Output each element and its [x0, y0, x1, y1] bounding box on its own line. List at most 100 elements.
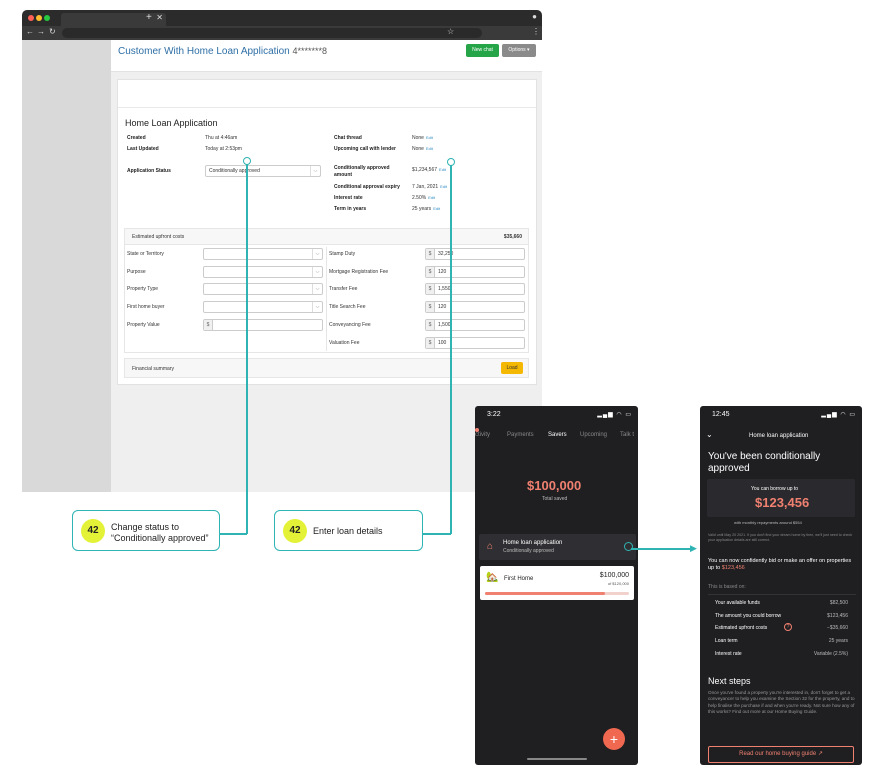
chevron-right-icon [624, 542, 633, 551]
transfer-fee-input[interactable]: $1,550 [425, 283, 525, 295]
chat-thread-text: None [412, 135, 424, 141]
browser-titlebar: ✕ + ● [22, 10, 542, 26]
tab-talk[interactable]: Talk t [620, 432, 634, 438]
callout-text: Change status to “Conditionally approved… [111, 522, 209, 544]
approved-amount-edit-link[interactable]: Edit [439, 167, 446, 172]
saver-goal: of $120,000 [607, 581, 629, 586]
reload-icon[interactable]: ↻ [49, 27, 56, 36]
upfront-costs-panel: Estimated upfront costs $35,660 State or… [124, 228, 529, 353]
minimize-window-dot[interactable] [36, 15, 42, 21]
expiry-edit-link[interactable]: Edit [440, 184, 447, 189]
interest-rate-edit-link[interactable]: Edit [428, 195, 435, 200]
funds-value: $82,500 [829, 600, 848, 606]
maximize-window-dot[interactable] [44, 15, 50, 21]
purpose-label: Purpose [127, 269, 146, 275]
state-label: State or Territory [127, 251, 164, 257]
valuation-value: 100 [438, 340, 447, 346]
term-text: 25 years [412, 206, 432, 212]
load-button[interactable]: Load [501, 362, 523, 374]
upfront-label: Estimated upfront costs [715, 625, 768, 631]
home-buying-guide-button[interactable]: Read our home buying guide ↗ [708, 746, 854, 763]
chat-thread-edit-link[interactable]: Edit [426, 135, 433, 140]
term-value: 25 years Edit [412, 206, 440, 212]
tab-upcoming[interactable]: Upcoming [580, 432, 607, 438]
options-button[interactable]: Options ▾ [502, 44, 536, 57]
browser-settings-icon[interactable]: ● [532, 12, 537, 21]
upcoming-call-edit-link[interactable]: Edit [426, 146, 433, 151]
state-select[interactable]: ⌵ [203, 248, 323, 260]
title-search-input[interactable]: $120 [425, 301, 525, 313]
status-select[interactable]: Conditionally approved ⌵ [205, 165, 321, 177]
conveyancing-input[interactable]: $1,500 [425, 319, 525, 331]
first-home-buyer-select[interactable]: ⌵ [203, 301, 323, 313]
upcoming-call-label: Upcoming call with lender [334, 146, 396, 152]
property-type-select[interactable]: ⌵ [203, 283, 323, 295]
close-window-dot[interactable] [28, 15, 34, 21]
currency-addon: $ [426, 284, 435, 294]
purpose-select[interactable]: ⌵ [203, 266, 323, 278]
created-label: Created [127, 135, 146, 141]
financial-summary-row: Financial summary Load [124, 358, 529, 378]
mortgage-registration-input[interactable]: $120 [425, 266, 525, 278]
chevron-down-icon: ⌵ [312, 284, 322, 294]
interest-rate-value: 2.50% Edit [412, 195, 435, 201]
transfer-fee-label: Transfer Fee [329, 286, 358, 292]
saver-progress-fill [485, 592, 605, 595]
stamp-duty-input[interactable]: $32,250 [425, 248, 525, 260]
forward-icon[interactable]: → [37, 27, 45, 36]
saver-card-first-home[interactable]: 🏡 First Home $100,000 of $120,000 [480, 566, 634, 600]
conveyancing-value: 1,500 [438, 322, 451, 328]
house-icon: ⌂ [487, 541, 494, 552]
chevron-down-icon: ⌵ [312, 302, 322, 312]
term-edit-link[interactable]: Edit [433, 206, 440, 211]
step-badge: 42 [283, 519, 307, 543]
application-heading: Home Loan Application [125, 118, 218, 128]
title-search-label: Title Search Fee [329, 304, 366, 310]
tab-savers[interactable]: Savers [548, 432, 567, 438]
interest-rate-text: 2.50% [412, 195, 427, 201]
tab-close-icon[interactable]: ✕ [156, 13, 163, 22]
currency-addon: $ [204, 320, 213, 330]
home-indicator [527, 758, 587, 760]
borrow-label: The amount you could borrow [715, 613, 782, 619]
based-on-label: This is based on: [708, 584, 746, 590]
browser-menu-icon[interactable]: ⋮ [532, 27, 540, 36]
total-saved-caption: Total saved [542, 496, 568, 502]
new-chat-button[interactable]: New chat [466, 44, 499, 57]
nav-title: Home loan application [749, 433, 809, 439]
tab-payments[interactable]: Payments [507, 432, 534, 438]
next-steps-heading: Next steps [708, 676, 751, 686]
callout-change-status: 42 Change status to “Conditionally appro… [72, 510, 220, 551]
borrow-amount: $123,456 [755, 495, 810, 510]
chat-thread-label: Chat thread [334, 135, 362, 141]
currency-addon: $ [426, 267, 435, 277]
page-title: Customer With Home Loan Application 4***… [118, 46, 327, 57]
stamp-duty-label: Stamp Duty [329, 251, 356, 257]
offer-amount: $123,456 [721, 565, 745, 571]
status-select-value: Conditionally approved [209, 168, 260, 174]
new-tab-icon[interactable]: + [146, 12, 152, 23]
next-steps-text: Once you've found a property you're inte… [708, 690, 855, 715]
home-loan-banner[interactable]: ⌂ Home loan application Conditionally ap… [479, 534, 636, 560]
help-icon[interactable]: ? [784, 623, 792, 631]
mortgage-registration-value: 120 [438, 269, 447, 275]
currency-addon: $ [426, 320, 435, 330]
expiry-value: 7 Jan, 2021 Edit [412, 184, 447, 190]
status-connector-elbow [219, 533, 247, 535]
borrow-caption: You can borrow up to [751, 486, 799, 492]
chevron-down-icon[interactable]: ⌄ [706, 430, 713, 439]
tab-activity[interactable]: ctivity [475, 432, 490, 438]
property-value-input[interactable]: $ [203, 319, 323, 331]
currency-addon: $ [426, 338, 435, 348]
status-label: Application Status [127, 168, 171, 174]
add-button[interactable]: + [603, 728, 625, 750]
address-bar[interactable] [62, 28, 482, 38]
back-icon[interactable]: ← [26, 27, 34, 36]
validity-text: Valid until May 20 2021. If you don't fi… [708, 533, 853, 542]
expiry-label: Conditional approval expiry [334, 184, 400, 190]
callout-line-2: “Conditionally approved” [111, 533, 209, 543]
bookmark-star-icon[interactable]: ☆ [447, 27, 454, 36]
phones-connector-line [631, 548, 693, 550]
phone-approval-screen: 12:45 ▂▄▆ ◠ ▭ ⌄ Home loan application Yo… [700, 406, 862, 765]
valuation-input[interactable]: $100 [425, 337, 525, 349]
